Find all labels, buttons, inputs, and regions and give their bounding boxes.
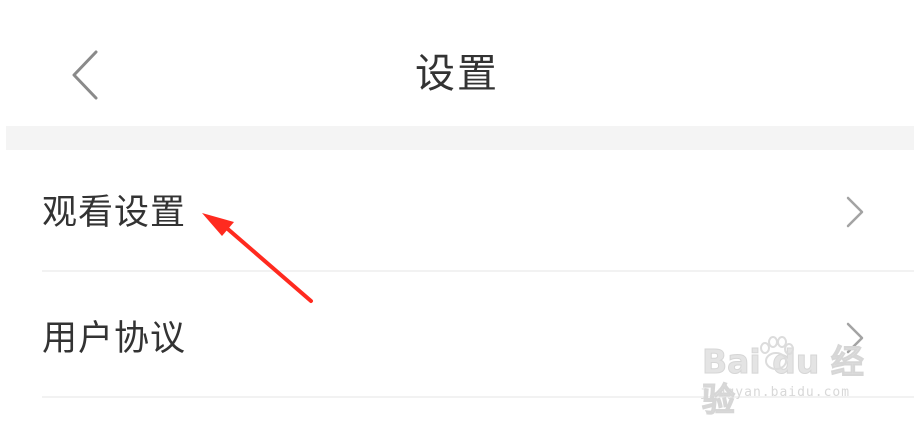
settings-item-label: 观看设置 (42, 193, 187, 233)
settings-screen: 设置 观看设置 用户协议 Bai du 经验 jingyan.baidu.com (0, 0, 914, 425)
nav-bar: 设置 (0, 0, 914, 126)
chevron-right-icon (844, 194, 866, 230)
settings-item-label: 用户协议 (42, 319, 187, 359)
chevron-right-icon (844, 320, 866, 356)
row-divider (42, 270, 914, 272)
settings-item-viewing[interactable]: 观看设置 (0, 150, 914, 272)
section-separator (6, 126, 914, 150)
row-divider (42, 396, 914, 398)
settings-item-user-agreement[interactable]: 用户协议 (0, 276, 914, 398)
page-title: 设置 (415, 51, 499, 97)
